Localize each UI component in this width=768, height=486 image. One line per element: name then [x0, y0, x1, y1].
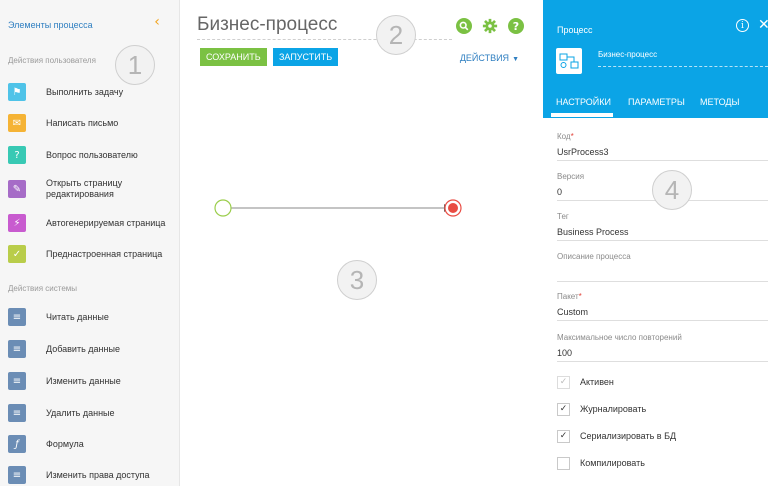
- element-preset-page[interactable]: ✓ Преднастроенная страница: [8, 242, 174, 266]
- element-label: Автогенерируемая страница: [46, 217, 166, 228]
- tag-label: Тег: [557, 212, 569, 221]
- preset-page-icon: ✓: [8, 245, 26, 263]
- collapse-panel-icon[interactable]: ‹: [150, 15, 164, 29]
- auto-page-icon: ⚡: [8, 214, 26, 232]
- end-event-fill: [448, 203, 458, 213]
- user-actions-title: Действия пользователя: [8, 56, 96, 65]
- compile-checkbox[interactable]: [557, 456, 570, 470]
- required-marker: *: [570, 132, 574, 141]
- element-label: Преднастроенная страница: [46, 248, 163, 259]
- log-checkbox[interactable]: ✓: [557, 402, 570, 416]
- serialize-checkbox[interactable]: ✓: [557, 429, 570, 443]
- max-retries-field[interactable]: 100: [557, 348, 768, 362]
- element-label: Написать письмо: [46, 117, 119, 128]
- log-checkbox-row[interactable]: ✓ Журналировать: [557, 402, 646, 416]
- element-label: Открыть страницу редактирования: [46, 178, 123, 199]
- element-label: Выполнить задачу: [46, 86, 124, 97]
- callout-badge-2: 2: [376, 15, 416, 55]
- properties-panel: Процесс i ✕ Бизнес-процесс НАСТРОЙКИ ПАР…: [543, 0, 768, 486]
- delete-data-icon: ≡: [8, 404, 26, 422]
- element-label: Формула: [46, 438, 84, 449]
- element-read-data[interactable]: ≡ Читать данные: [8, 305, 174, 329]
- process-diagram-canvas[interactable]: [181, 0, 543, 486]
- element-add-data[interactable]: ≡ Добавить данные: [8, 337, 174, 361]
- tag-field[interactable]: Business Process: [557, 227, 768, 241]
- access-rights-icon: ≡: [8, 466, 26, 484]
- add-data-icon: ≡: [8, 340, 26, 358]
- checkbox-label: Компилировать: [580, 458, 645, 468]
- package-label: Пакет*: [557, 292, 582, 301]
- callout-badge-1: 1: [115, 45, 155, 85]
- element-user-question[interactable]: ? Вопрос пользователю: [8, 143, 174, 167]
- active-checkbox-row[interactable]: ✓ Активен: [557, 375, 614, 389]
- element-label: Добавить данные: [46, 343, 120, 354]
- code-label-text: Код: [557, 132, 571, 141]
- element-label: Читать данные: [46, 311, 109, 322]
- tab-parameters[interactable]: ПАРАМЕТРЫ: [628, 97, 685, 107]
- element-access-rights[interactable]: ≡ Изменить права доступа: [8, 463, 174, 486]
- properties-title: Процесс: [557, 25, 593, 35]
- max-retries-label: Максимальное число повторений: [557, 333, 682, 342]
- element-formula[interactable]: ƒ Формула: [8, 432, 174, 456]
- checkbox-label: Журналировать: [580, 404, 647, 414]
- element-auto-page[interactable]: ⚡ Автогенерируемая страница: [8, 211, 174, 235]
- description-field[interactable]: [557, 268, 768, 282]
- code-label: Код*: [557, 132, 574, 141]
- element-label: Удалить данные: [46, 407, 115, 418]
- package-label-text: Пакет: [557, 292, 579, 301]
- tab-methods[interactable]: МЕТОДЫ: [700, 97, 739, 107]
- active-tab-indicator: [551, 113, 613, 117]
- package-field[interactable]: Custom: [557, 307, 768, 321]
- process-name-underline: [598, 66, 768, 67]
- element-open-edit-page[interactable]: ✎ Открыть страницу редактирования: [8, 177, 174, 201]
- element-edit-data[interactable]: ≡ Изменить данные: [8, 369, 174, 393]
- checkbox-label: Активен: [580, 377, 614, 387]
- panel-header: Элементы процесса: [8, 20, 93, 30]
- question-form-icon: ?: [8, 146, 26, 164]
- formula-icon: ƒ: [8, 435, 26, 453]
- process-icon: [556, 48, 582, 74]
- version-label: Версия: [557, 172, 585, 181]
- callout-badge-4: 4: [652, 170, 692, 210]
- serialize-checkbox-row[interactable]: ✓ Сериализировать в БД: [557, 429, 676, 443]
- start-event[interactable]: [214, 199, 232, 217]
- callout-badge-3: 3: [337, 260, 377, 300]
- edit-data-icon: ≡: [8, 372, 26, 390]
- edit-page-icon: ✎: [8, 180, 26, 198]
- element-label: Изменить права доступа: [46, 469, 150, 480]
- element-send-email[interactable]: ✉ Написать письмо: [8, 111, 174, 135]
- element-label: Вопрос пользователю: [46, 149, 138, 160]
- required-marker: *: [578, 292, 582, 301]
- read-data-icon: ≡: [8, 308, 26, 326]
- element-delete-data[interactable]: ≡ Удалить данные: [8, 401, 174, 425]
- system-actions-title: Действия системы: [8, 284, 78, 293]
- element-perform-task[interactable]: ⚑ Выполнить задачу: [8, 80, 174, 104]
- active-checkbox[interactable]: ✓: [557, 375, 570, 389]
- code-field[interactable]: UsrProcess3: [557, 147, 768, 161]
- flag-icon: ⚑: [8, 83, 26, 101]
- description-label: Описание процесса: [557, 252, 631, 261]
- tab-settings[interactable]: НАСТРОЙКИ: [556, 97, 611, 107]
- close-icon[interactable]: ✕: [758, 17, 768, 33]
- element-label: Изменить данные: [46, 375, 121, 386]
- checkbox-label: Сериализировать в БД: [580, 431, 677, 441]
- properties-header: Процесс i ✕ Бизнес-процесс НАСТРОЙКИ ПАР…: [543, 0, 768, 118]
- process-name[interactable]: Бизнес-процесс: [598, 50, 657, 59]
- info-icon[interactable]: i: [736, 19, 749, 32]
- compile-checkbox-row[interactable]: Компилировать: [557, 456, 645, 470]
- process-designer: Бизнес-процесс ? СОХРАНИТЬ ЗАПУСТИТЬ ДЕЙ…: [181, 0, 543, 486]
- envelope-icon: ✉: [8, 114, 26, 132]
